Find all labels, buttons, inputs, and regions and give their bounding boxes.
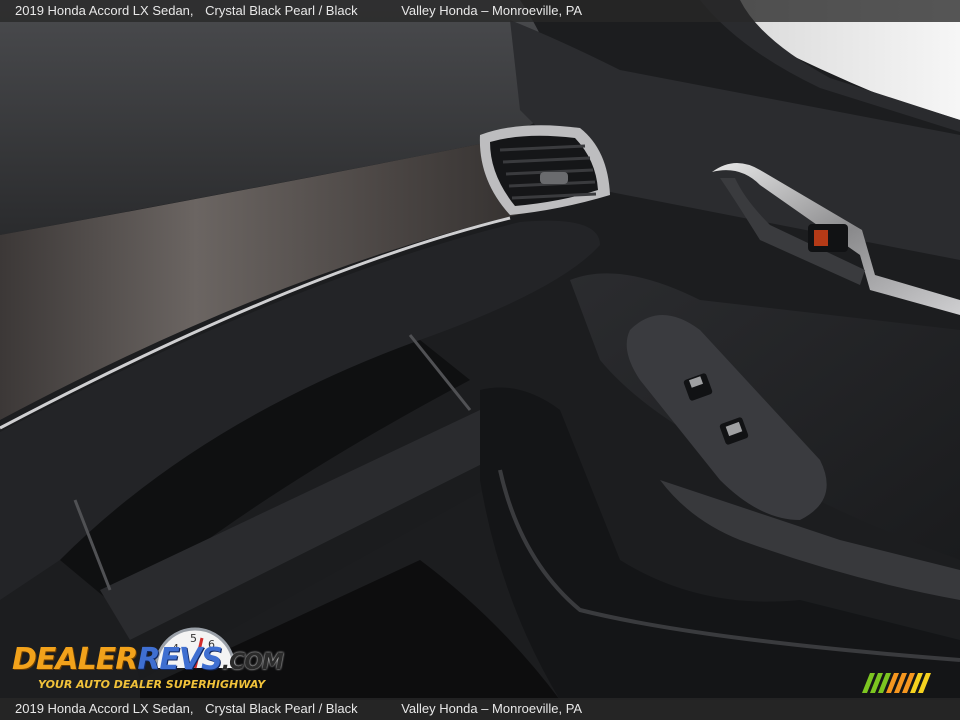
car-interior-photo <box>0 0 960 720</box>
watermark-tagline: YOUR AUTO DEALER SUPERHIGHWAY <box>38 678 266 691</box>
interior-scene <box>0 0 960 720</box>
vehicle-color: Crystal Black Pearl / Black <box>205 701 358 716</box>
caption-bar-top: 2019 Honda Accord LX Sedan, Crystal Blac… <box>0 0 960 22</box>
wordmark-revs: REVS <box>137 642 222 677</box>
vehicle-color: Crystal Black Pearl / Black <box>205 3 358 18</box>
dealerrevs-watermark: 4 5 6 DEALERREVS.COM YOUR AUTO DEALER SU… <box>12 626 284 696</box>
dealer-location: Valley Honda – Monroeville, PA <box>401 701 583 716</box>
vehicle-title: 2019 Honda Accord LX Sedan, <box>15 701 194 716</box>
dealer-location: Valley Honda – Monroeville, PA <box>401 3 583 18</box>
speed-stripes-icon <box>862 673 931 693</box>
wordmark-com: .COM <box>221 650 284 675</box>
wordmark-dealer: DEALER <box>12 642 138 677</box>
dealerrevs-wordmark: DEALERREVS.COM <box>12 642 284 677</box>
caption-bar-bottom: 2019 Honda Accord LX Sedan, Crystal Blac… <box>0 698 960 720</box>
vehicle-title: 2019 Honda Accord LX Sedan, <box>15 3 194 18</box>
